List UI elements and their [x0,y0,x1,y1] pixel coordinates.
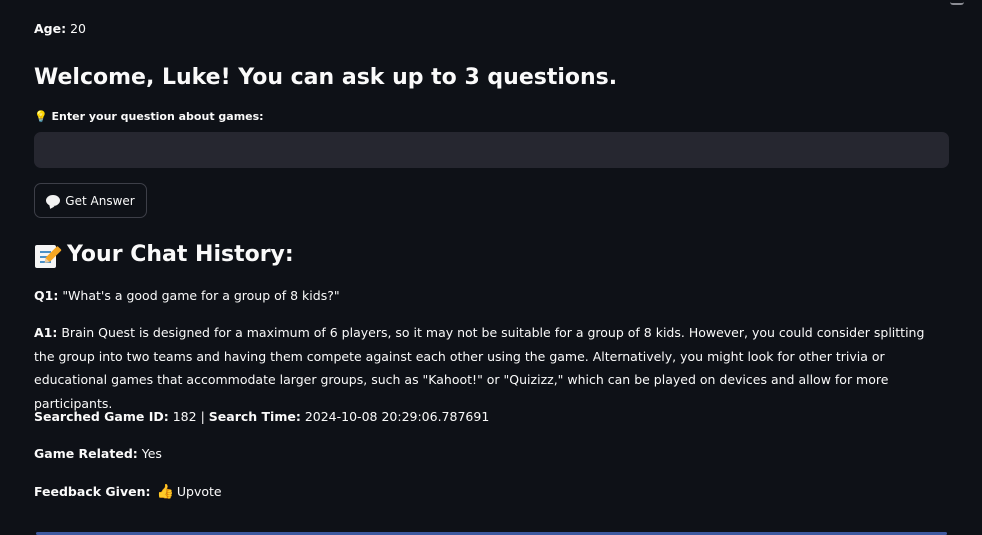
speech-bubble-icon [46,195,61,206]
feedback-value: Upvote [176,484,222,499]
search-meta: Searched Game ID: 182 | Search Time: 202… [34,405,489,429]
game-id-value: 182 [172,409,197,424]
age-value: 20 [70,21,86,36]
question-label-text: Enter your question about games: [51,110,264,123]
lightbulb-icon: 💡 [34,110,48,123]
question-label: 💡 Enter your question about games: [34,109,264,125]
chat-history-title: Your Chat History: [34,238,294,272]
question-entry: Q1: "What's a good game for a group of 8… [34,284,340,308]
chat-history-title-text: Your Chat History: [67,242,294,267]
search-time-value: 2024-10-08 20:29:06.787691 [304,409,490,424]
question-input[interactable] [34,132,949,168]
toolbar-edge-icon [950,0,964,5]
age-label: Age: [34,21,67,36]
question-text: "What's a good game for a group of 8 kid… [62,288,340,303]
answer-text: Brain Quest is designed for a maximum of… [34,325,925,411]
answer-entry: A1: Brain Quest is designed for a maximu… [34,321,939,415]
meta-separator: | [200,409,205,424]
thumbs-up-icon: 👍 [156,484,174,500]
game-related-line: Game Related: Yes [34,442,162,466]
age-line: Age: 20 [34,20,86,38]
memo-icon [34,242,62,269]
feedback-label: Feedback Given: [34,484,151,499]
search-time-label: Search Time: [208,409,301,424]
get-answer-button[interactable]: Get Answer [34,183,147,218]
answer-number: A1: [34,325,58,340]
game-id-label: Searched Game ID: [34,409,169,424]
get-answer-label: Get Answer [65,193,135,208]
welcome-heading: Welcome, Luke! You can ask up to 3 quest… [34,65,618,90]
feedback-line: Feedback Given: 👍 Upvote [34,480,222,505]
question-number: Q1: [34,288,59,303]
game-related-label: Game Related: [34,446,138,461]
game-related-value: Yes [141,446,162,461]
